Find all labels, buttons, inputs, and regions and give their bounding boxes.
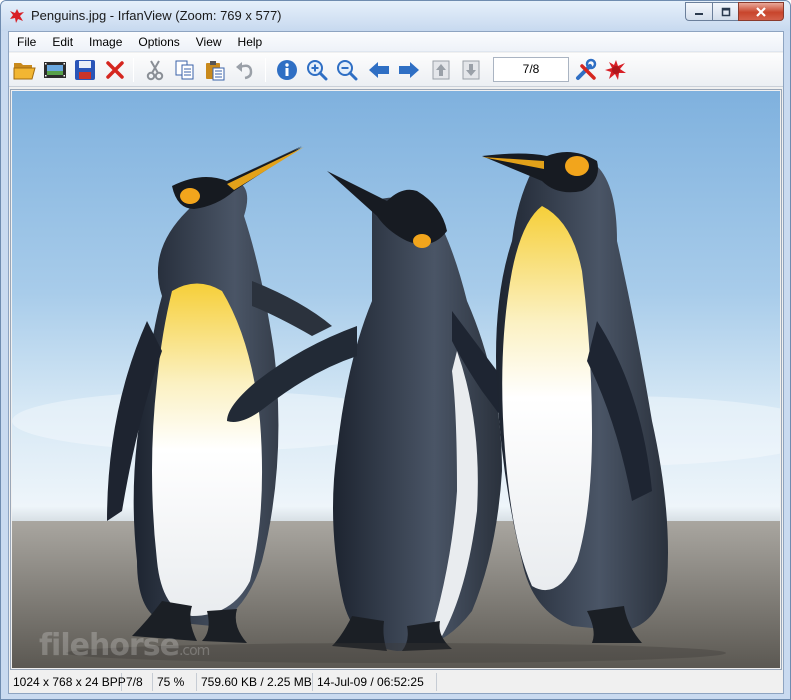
delete-icon — [106, 61, 124, 79]
client-area: File Edit Image Options View Help 7/8 fi… — [8, 31, 784, 694]
menu-file[interactable]: File — [9, 32, 44, 52]
minimize-button[interactable] — [685, 2, 712, 21]
delete-button[interactable] — [101, 56, 129, 84]
toolbar-separator — [133, 58, 134, 82]
open-folder-icon — [13, 63, 36, 80]
status-date: 14-Jul-09 / 06:52:25 — [313, 673, 437, 691]
cut-icon — [146, 60, 164, 81]
irfanview-window: Penguins.jpg - IrfanView (Zoom: 769 x 57… — [0, 0, 791, 700]
slideshow-button[interactable] — [41, 56, 69, 84]
save-icon — [75, 60, 95, 80]
menu-help[interactable]: Help — [230, 32, 271, 52]
previous-button[interactable] — [365, 56, 393, 84]
copy-button[interactable] — [171, 56, 199, 84]
menu-view[interactable]: View — [188, 32, 230, 52]
status-index: 7/8 — [122, 673, 153, 691]
status-file-size: 759.60 KB / 2.25 MB — [197, 673, 313, 691]
close-icon — [756, 6, 766, 17]
menu-options[interactable]: Options — [130, 32, 187, 52]
irfanview-app-icon — [10, 9, 24, 23]
watermark-suffix: .com — [178, 643, 210, 659]
toolbar-separator — [265, 58, 266, 82]
menu-bar: File Edit Image Options View Help — [9, 32, 783, 52]
zoom-out-button[interactable] — [333, 56, 361, 84]
toolbar: 7/8 — [9, 53, 783, 87]
image-viewport[interactable]: filehorse.com — [10, 89, 782, 670]
info-button[interactable] — [273, 56, 301, 84]
slideshow-icon — [44, 62, 66, 78]
save-button[interactable] — [71, 56, 99, 84]
paste-icon — [206, 61, 225, 81]
copy-icon — [175, 60, 194, 80]
cut-button[interactable] — [141, 56, 169, 84]
first-image-button[interactable] — [427, 56, 455, 84]
properties-button[interactable] — [572, 56, 600, 84]
status-dimensions: 1024 x 768 x 24 BPP — [9, 673, 126, 691]
irfanview-logo-icon — [605, 60, 626, 80]
status-bar: 1024 x 768 x 24 BPP 7/8 75 % 759.60 KB /… — [9, 671, 783, 693]
close-button[interactable] — [738, 2, 784, 21]
maximize-button[interactable] — [712, 2, 738, 21]
last-image-button[interactable] — [457, 56, 485, 84]
undo-button[interactable] — [231, 56, 259, 84]
info-icon — [277, 60, 297, 80]
watermark-main: filehorse — [39, 628, 180, 663]
zoom-in-icon — [307, 60, 328, 81]
undo-icon — [236, 62, 253, 80]
paste-button[interactable] — [201, 56, 229, 84]
last-image-icon — [462, 60, 480, 80]
menu-edit[interactable]: Edit — [44, 32, 81, 52]
next-icon — [399, 62, 419, 78]
open-button[interactable] — [11, 56, 39, 84]
properties-icon — [576, 58, 597, 80]
filehorse-watermark: filehorse.com — [39, 628, 210, 663]
maximize-icon — [721, 7, 730, 16]
status-zoom: 75 % — [153, 673, 197, 691]
previous-icon — [369, 62, 389, 78]
page-indicator: 7/8 — [493, 57, 569, 82]
zoom-out-icon — [337, 60, 358, 81]
menu-image[interactable]: Image — [81, 32, 130, 52]
next-button[interactable] — [395, 56, 423, 84]
penguins-photo — [12, 91, 780, 668]
title-bar[interactable]: Penguins.jpg - IrfanView (Zoom: 769 x 57… — [1, 1, 790, 31]
first-image-icon — [432, 60, 450, 80]
zoom-in-button[interactable] — [303, 56, 331, 84]
caption-buttons — [685, 2, 784, 22]
minimize-icon — [695, 12, 703, 15]
irfanview-logo-button[interactable] — [602, 56, 630, 84]
window-title: Penguins.jpg - IrfanView (Zoom: 769 x 57… — [31, 8, 282, 23]
